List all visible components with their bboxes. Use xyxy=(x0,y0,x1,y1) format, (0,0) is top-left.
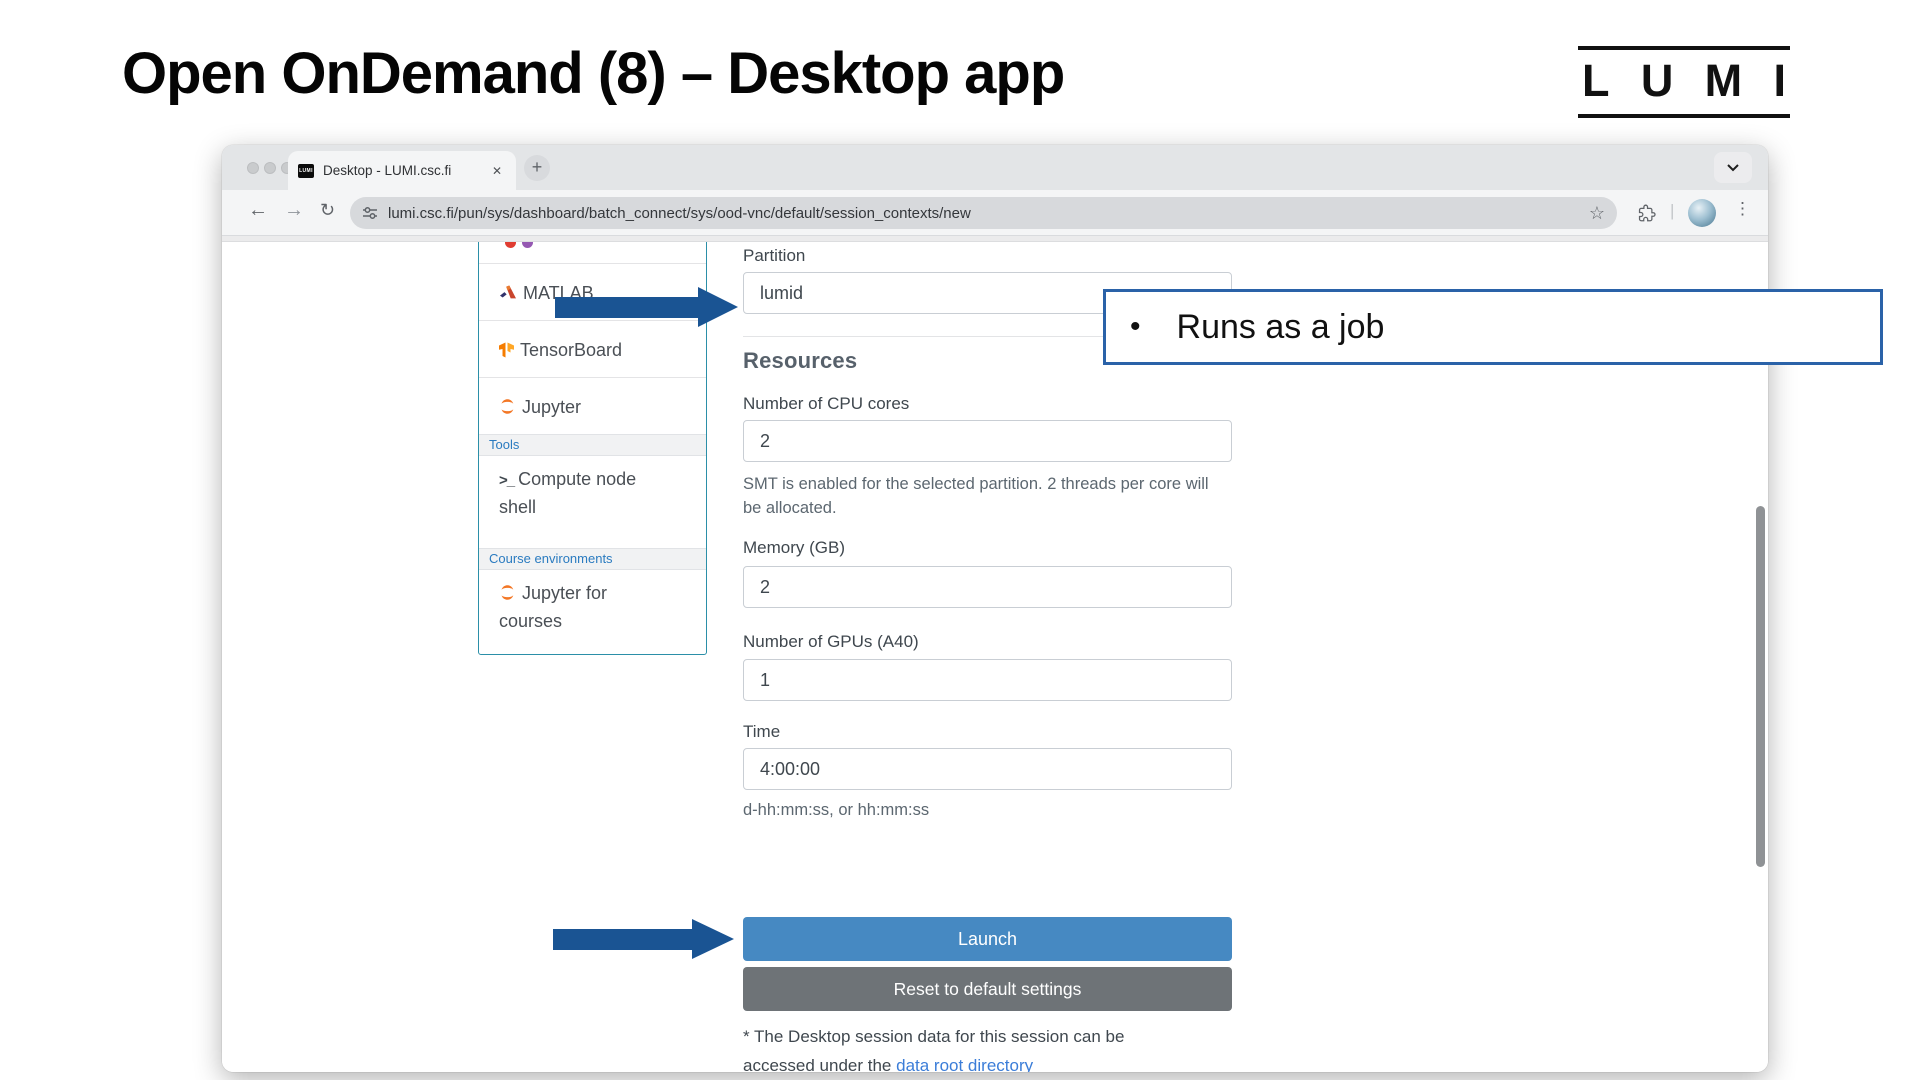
browser-toolbar: ← → ↻ lumi.csc.fi/pun/sys/dashboard/batc… xyxy=(222,190,1768,236)
resources-heading: Resources xyxy=(743,348,857,374)
sidebar-section-tools: Tools xyxy=(479,434,706,456)
sidebar-item-jupyter-for-courses[interactable]: Jupyter for courses xyxy=(479,580,706,634)
window-minimize-button[interactable] xyxy=(264,162,276,174)
launch-button[interactable]: Launch xyxy=(743,917,1232,961)
jupyter-icon xyxy=(499,582,516,608)
cpu-cores-input[interactable] xyxy=(743,420,1232,462)
bullet-icon: • xyxy=(1130,310,1141,344)
window-close-button[interactable] xyxy=(247,162,259,174)
tab-close-icon[interactable]: ✕ xyxy=(488,162,506,180)
sidebar-item-compute-node-shell[interactable]: >_Compute node shell xyxy=(479,466,706,520)
sidebar-item-tensorboard[interactable]: TensorBoard xyxy=(479,337,706,365)
partition-label: Partition xyxy=(743,246,805,266)
sidebar-item-label: Jupyter xyxy=(522,397,581,417)
browser-window: LUMI Desktop - LUMI.csc.fi ✕ + ← → ↻ xyxy=(222,145,1768,1072)
memory-label: Memory (GB) xyxy=(743,538,845,558)
site-info-icon[interactable] xyxy=(362,205,378,221)
tab-favicon-lumi-icon: LUMI xyxy=(298,164,314,178)
gpus-label: Number of GPUs (A40) xyxy=(743,632,919,652)
tab-search-chevron-button[interactable] xyxy=(1714,152,1752,183)
sidebar-item-label: TensorBoard xyxy=(520,340,622,360)
browser-menu-icon[interactable]: ⋮ xyxy=(1734,199,1751,219)
jupyter-icon xyxy=(499,396,516,422)
extensions-puzzle-icon[interactable] xyxy=(1637,204,1656,228)
back-icon[interactable]: ← xyxy=(248,199,268,222)
callout-runs-as-a-job: • Runs as a job xyxy=(1103,289,1883,365)
tab-title: Desktop - LUMI.csc.fi xyxy=(323,163,488,178)
scrollbar[interactable] xyxy=(1756,506,1765,867)
slide: Open OnDemand (8) – Desktop app L U M I … xyxy=(0,0,1920,1080)
sidebar-item-label: Compute node shell xyxy=(499,469,636,517)
time-input[interactable] xyxy=(743,748,1232,790)
reset-button[interactable]: Reset to default settings xyxy=(743,967,1232,1011)
reload-icon[interactable]: ↻ xyxy=(320,200,335,221)
terminal-icon: >_ xyxy=(499,472,514,489)
tab-strip: LUMI Desktop - LUMI.csc.fi ✕ + xyxy=(222,145,1768,190)
annotation-arrow-partition-head xyxy=(698,287,738,327)
page-header-edge xyxy=(222,236,1768,242)
session-data-footnote: * The Desktop session data for this sess… xyxy=(743,1022,1158,1072)
toolbar-separator: | xyxy=(1670,201,1674,221)
matlab-icon xyxy=(499,282,517,308)
callout-text: Runs as a job xyxy=(1177,308,1385,347)
time-help: d-hh:mm:ss, or hh:mm:ss xyxy=(743,798,1228,822)
profile-avatar[interactable] xyxy=(1688,199,1716,227)
cpu-cores-help: SMT is enabled for the selected partitio… xyxy=(743,472,1228,520)
sidebar-section-course-environments: Course environments xyxy=(479,548,706,570)
bookmark-star-icon[interactable]: ☆ xyxy=(1589,203,1605,224)
tensorboard-icon xyxy=(499,339,514,365)
cpu-cores-label: Number of CPU cores xyxy=(743,394,909,414)
time-label: Time xyxy=(743,722,780,742)
lumi-logo-letter: L xyxy=(1582,55,1610,107)
gpus-input[interactable] xyxy=(743,659,1232,701)
url-text[interactable]: lumi.csc.fi/pun/sys/dashboard/batch_conn… xyxy=(388,205,1581,222)
lumi-logo-letter: I xyxy=(1773,55,1786,107)
annotation-arrow-launch-head xyxy=(692,919,734,959)
memory-input[interactable] xyxy=(743,566,1232,608)
sidebar-item-jupyter[interactable]: Jupyter xyxy=(479,394,706,422)
chevron-down-icon xyxy=(1726,163,1740,172)
forward-icon[interactable]: → xyxy=(284,199,304,222)
lumi-logo: L U M I xyxy=(1578,46,1790,118)
lumi-logo-letter: M xyxy=(1705,55,1743,107)
annotation-arrow-launch xyxy=(553,929,693,950)
annotation-arrow-partition xyxy=(555,297,699,318)
lumi-logo-letter: U xyxy=(1641,55,1674,107)
page-title: Open OnDemand (8) – Desktop app xyxy=(122,40,1064,107)
address-bar[interactable]: lumi.csc.fi/pun/sys/dashboard/batch_conn… xyxy=(350,197,1617,229)
browser-tab[interactable]: LUMI Desktop - LUMI.csc.fi ✕ xyxy=(288,151,516,190)
new-tab-button[interactable]: + xyxy=(524,155,550,181)
data-root-directory-link[interactable]: data root directory xyxy=(896,1056,1033,1072)
